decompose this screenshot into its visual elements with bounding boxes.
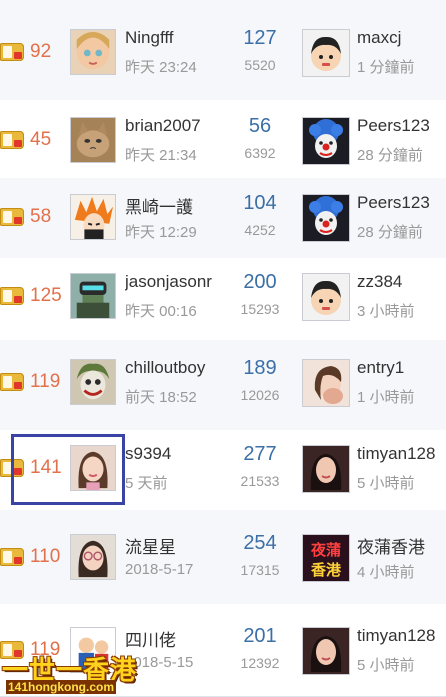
reward-badge-icon [0, 548, 24, 566]
last-reply-avatar[interactable]: 夜蒲 香港 [302, 534, 350, 582]
reply-count: 277 [243, 443, 277, 465]
last-reply-time: 5 小時前 [357, 657, 415, 674]
last-reply-avatar[interactable] [302, 117, 350, 165]
last-reply-user-link[interactable]: timyan128 [357, 444, 443, 464]
post-time: 昨天 12:29 [125, 224, 197, 241]
author-name-link[interactable]: Ningfff [125, 28, 217, 48]
reward-badge-icon [0, 287, 24, 305]
reply-count: 56 [248, 115, 272, 137]
author-name-link[interactable]: 黑崎一護 [125, 193, 217, 218]
svg-text:香港: 香港 [311, 561, 342, 579]
last-reply-user-link[interactable]: timyan128 [357, 626, 443, 646]
author-name-link[interactable]: brian2007 [125, 116, 217, 136]
last-reply-time: 1 小時前 [357, 389, 415, 406]
view-count: 15293 [240, 301, 280, 317]
last-reply-user-link[interactable]: Peers123 [357, 116, 443, 136]
reward-badge-icon [0, 373, 24, 391]
reply-count: 201 [243, 625, 277, 647]
author-name-link[interactable]: jasonjasonr [125, 272, 217, 292]
site-watermark: 一世一香港 141hongkong.com [0, 650, 136, 696]
reply-count: 104 [243, 192, 277, 214]
thread-row[interactable]: 58 黑崎一護昨天 12:29 104 4252 Peers123 28 分鐘前 [0, 178, 446, 259]
author-name-link[interactable]: 流星星 [125, 533, 217, 558]
last-reply-time: 3 小時前 [357, 303, 415, 320]
last-reply-time: 28 分鐘前 [357, 224, 423, 241]
reward-badge-icon [0, 208, 24, 226]
post-time: 昨天 23:24 [125, 59, 197, 76]
thread-score: 110 [30, 546, 61, 567]
reply-count: 127 [243, 27, 277, 49]
last-reply-avatar[interactable] [302, 445, 350, 493]
last-reply-user-link[interactable]: Peers123 [357, 193, 443, 213]
reward-badge-icon [0, 43, 24, 61]
last-reply-time: 4 小時前 [357, 564, 415, 581]
thread-score: 119 [30, 371, 61, 392]
thread-score: 141 [30, 457, 62, 478]
author-avatar[interactable] [70, 273, 116, 319]
view-count: 21533 [240, 473, 280, 489]
last-reply-avatar[interactable] [302, 359, 350, 407]
view-count: 17315 [240, 562, 280, 578]
last-reply-user-link[interactable]: zz384 [357, 272, 443, 292]
author-name-link[interactable]: s9394 [125, 444, 217, 464]
reply-count: 200 [243, 271, 277, 293]
post-time: 昨天 21:34 [125, 147, 197, 164]
author-name-link[interactable]: 四川佬 [125, 626, 217, 651]
last-reply-user-link[interactable]: 夜蒲香港 [357, 533, 443, 558]
author-avatar[interactable] [70, 117, 116, 163]
reward-badge-icon [0, 131, 24, 149]
last-reply-avatar[interactable] [302, 627, 350, 675]
reply-count: 254 [243, 532, 277, 554]
author-avatar[interactable] [70, 359, 116, 405]
thread-score: 58 [30, 206, 52, 227]
last-reply-time: 1 分鐘前 [357, 59, 415, 76]
reward-badge-icon [0, 459, 24, 477]
post-time: 5 天前 [125, 475, 168, 492]
thread-row[interactable]: 119 chilloutboy 前天 18:52 189 12026 entry1 1 小時… [0, 340, 446, 431]
reply-count: 189 [243, 357, 277, 379]
author-avatar[interactable] [70, 29, 116, 75]
post-time: 前天 18:52 [125, 389, 197, 406]
watermark-url: 141hongkong.com [6, 680, 117, 694]
author-avatar[interactable] [70, 445, 116, 491]
last-reply-time: 5 小時前 [357, 475, 415, 492]
view-count: 12392 [240, 655, 280, 671]
post-time: 昨天 00:16 [125, 303, 197, 320]
thread-score: 125 [30, 285, 62, 306]
view-count: 12026 [240, 387, 280, 403]
thread-row[interactable]: 92 Ningfff 昨天 23:24 127 5520 maxcj 1 分鐘前 [0, 0, 446, 101]
last-reply-user-link[interactable]: maxcj [357, 28, 443, 48]
last-reply-user-link[interactable]: entry1 [357, 358, 443, 378]
thread-score: 45 [30, 129, 52, 150]
thread-row[interactable]: 141 s9394 5 天前 277 21533 timyan128 5 小時前 [0, 430, 446, 511]
svg-text:夜蒲: 夜蒲 [310, 541, 341, 559]
last-reply-avatar[interactable] [302, 273, 350, 321]
thread-row[interactable]: 125 jasonjasonr 昨天 00:16 200 15293 zz384 3 小時前 [0, 258, 446, 341]
last-reply-time: 28 分鐘前 [357, 147, 423, 164]
thread-row[interactable]: 45 brian2007 昨天 21:34 56 6392 Peers123 28 分鐘前 [0, 100, 446, 179]
last-reply-avatar[interactable] [302, 29, 350, 77]
author-avatar[interactable] [70, 534, 116, 580]
thread-score: 92 [30, 41, 52, 62]
post-time: 2018-5-17 [125, 561, 194, 578]
author-name-link[interactable]: chilloutboy [125, 358, 217, 378]
view-count: 5520 [244, 57, 276, 73]
author-avatar[interactable] [70, 194, 116, 240]
thread-row[interactable]: 110 流星星 2018-5-17 254 17315 夜蒲 香港 夜蒲香港 4 小時前 [0, 510, 446, 605]
view-count: 6392 [244, 145, 276, 161]
view-count: 4252 [244, 222, 276, 238]
last-reply-avatar[interactable] [302, 194, 350, 242]
